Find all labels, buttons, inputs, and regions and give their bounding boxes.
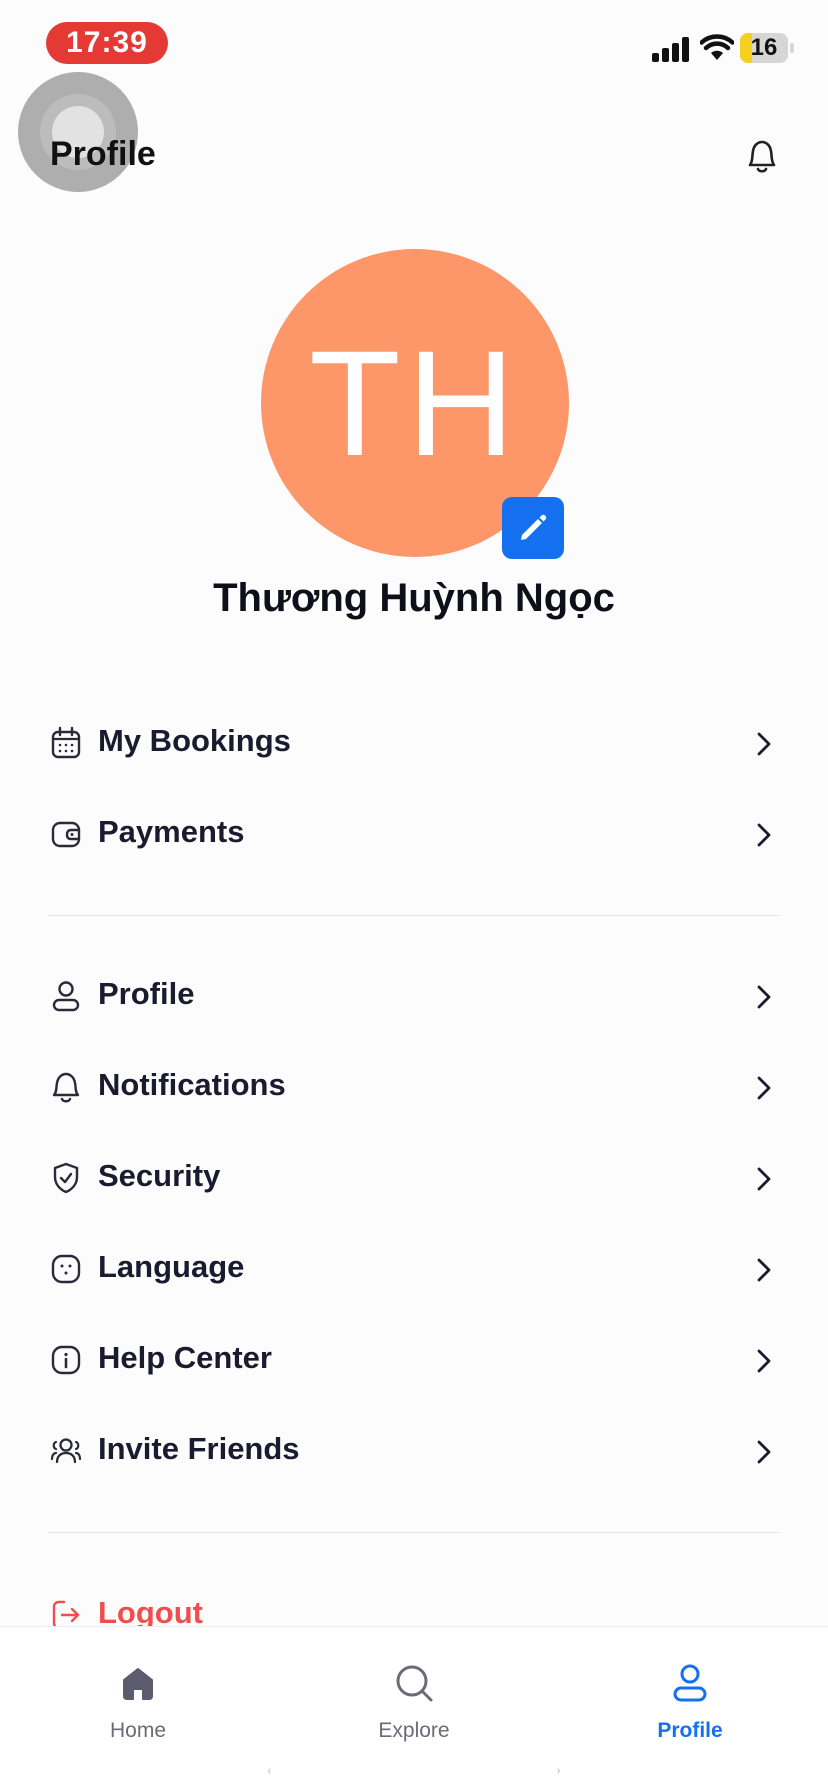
menu-label: My Bookings xyxy=(98,723,291,758)
cellular-signal-icon xyxy=(652,36,692,62)
nav-label: Profile xyxy=(657,1719,723,1742)
wifi-icon xyxy=(700,34,734,60)
search-icon xyxy=(396,1665,433,1702)
divider xyxy=(48,915,780,916)
menu-label: Profile xyxy=(98,976,195,1011)
nav-profile[interactable]: Profile xyxy=(552,1627,828,1747)
calendar-icon xyxy=(51,726,81,759)
user-icon xyxy=(52,981,80,1012)
battery-icon: 16 xyxy=(740,33,788,63)
chevron-right-icon xyxy=(757,1076,771,1100)
user-icon xyxy=(673,1664,707,1702)
wallet-icon xyxy=(51,821,81,848)
menu-label: Payments xyxy=(98,814,245,849)
home-indicator[interactable] xyxy=(268,1768,560,1774)
menu-item-profile[interactable]: Profile xyxy=(48,957,784,1037)
menu-label: Notifications xyxy=(98,1067,286,1102)
assistive-touch-button[interactable] xyxy=(18,72,138,192)
chevron-right-icon xyxy=(757,1167,771,1191)
battery-nub xyxy=(790,43,794,53)
menu-label: Help Center xyxy=(98,1340,272,1375)
home-icon xyxy=(123,1668,153,1700)
language-icon xyxy=(51,1254,81,1284)
menu-item-my-bookings[interactable]: My Bookings xyxy=(48,704,784,784)
info-icon xyxy=(51,1345,81,1375)
nav-explore[interactable]: Explore xyxy=(276,1627,552,1747)
chevron-right-icon xyxy=(757,823,771,847)
edit-avatar-button[interactable] xyxy=(502,497,564,559)
menu-item-security[interactable]: Security xyxy=(48,1139,784,1219)
chevron-right-icon xyxy=(757,985,771,1009)
status-time[interactable]: 17:39 xyxy=(46,22,168,64)
page-title: Profile xyxy=(50,135,156,173)
pencil-icon xyxy=(521,514,547,540)
bell-icon xyxy=(52,1072,80,1103)
status-bar: 17:39 16 xyxy=(0,0,828,90)
bell-icon[interactable] xyxy=(744,136,780,176)
menu-item-language[interactable]: Language xyxy=(48,1230,784,1310)
nav-home[interactable]: Home xyxy=(0,1627,276,1747)
divider xyxy=(48,1532,780,1533)
nav-label: Home xyxy=(109,1719,167,1742)
chevron-right-icon xyxy=(757,732,771,756)
menu-label: Security xyxy=(98,1158,221,1193)
menu-item-notifications[interactable]: Notifications xyxy=(48,1048,784,1128)
menu-item-payments[interactable]: Payments xyxy=(48,795,784,875)
menu-item-invite-friends[interactable]: Invite Friends xyxy=(48,1412,784,1492)
shield-check-icon xyxy=(53,1162,79,1194)
users-icon xyxy=(50,1438,82,1464)
user-name: Thương Huỳnh Ngọc xyxy=(213,576,615,620)
chevron-right-icon xyxy=(757,1440,771,1464)
menu-item-help-center[interactable]: Help Center xyxy=(48,1321,784,1401)
chevron-right-icon xyxy=(757,1349,771,1373)
chevron-right-icon xyxy=(757,1258,771,1282)
menu-label: Invite Friends xyxy=(98,1431,300,1466)
menu-label: Language xyxy=(98,1249,245,1284)
nav-label: Explore xyxy=(378,1719,450,1742)
battery-level: 16 xyxy=(750,34,778,61)
